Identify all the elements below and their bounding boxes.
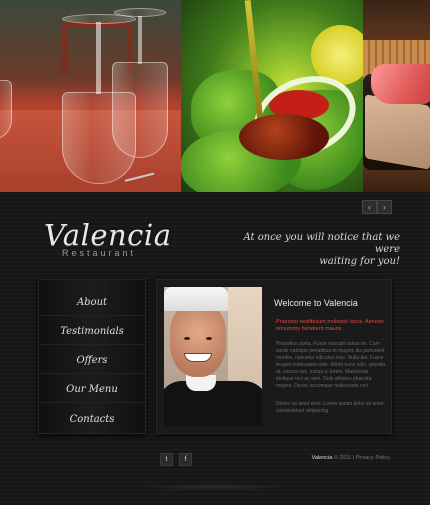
welcome-lead: Praesent vestibulum molestie lacus. Aene…: [276, 319, 384, 332]
sushi-photo: [363, 0, 430, 192]
glass-stem: [96, 22, 101, 94]
privacy-policy-link[interactable]: Privacy Policy: [356, 455, 390, 461]
smile: [184, 353, 212, 362]
wine-glasses-photo: [0, 0, 181, 192]
slider-nav: ‹ ›: [362, 200, 392, 214]
menu-item-our-menu[interactable]: Our Menu: [39, 377, 145, 403]
logo-name: Valencia: [44, 218, 172, 252]
board-shape: [365, 94, 430, 170]
facebook-icon[interactable]: f: [179, 453, 192, 466]
social-links: t f: [160, 453, 192, 466]
welcome-body-2: Donec sit amet eros. Lorem ipsum dolor s…: [276, 401, 385, 414]
footer-copyright: Valencia © 2011 | Privacy Policy: [312, 455, 390, 461]
main-menu: About Testimonials Offers Our Menu Conta…: [38, 279, 146, 434]
twitter-icon[interactable]: t: [160, 453, 173, 466]
hero-gallery: [0, 0, 430, 192]
menu-item-about[interactable]: About: [39, 290, 145, 316]
footer-brand: Valencia: [311, 455, 333, 461]
welcome-title: Welcome to Valencia: [274, 298, 358, 308]
chef-photo: [164, 287, 262, 426]
salad-oil-photo: [181, 0, 363, 192]
menu-item-offers[interactable]: Offers: [39, 348, 145, 374]
welcome-body: Phasellus porta. Fusce suscipit varius m…: [276, 341, 386, 389]
tuna-shape: [371, 64, 430, 104]
glass-bowl: [112, 62, 168, 158]
eye: [206, 337, 212, 340]
chef-collar: [186, 375, 216, 391]
menu-item-contacts[interactable]: Contacts: [39, 406, 145, 432]
footer-year: © 2011 |: [333, 455, 355, 461]
menu-list: About Testimonials Offers Our Menu Conta…: [39, 280, 145, 432]
oil-drop: [239, 114, 329, 160]
tagline-line-2: waiting for you!: [319, 256, 400, 267]
chef-hat: [164, 287, 228, 311]
bottom-shadow: [140, 484, 290, 490]
chef-face: [170, 303, 226, 377]
eye: [184, 337, 190, 340]
glass-stem: [138, 16, 142, 64]
menu-item-testimonials[interactable]: Testimonials: [39, 319, 145, 345]
chevron-right-icon[interactable]: ›: [377, 200, 392, 214]
logo[interactable]: Valencia Restaurant: [44, 218, 172, 258]
tagline-line-1: At once you will notice that we were: [243, 232, 401, 255]
tagline: At once you will notice that we were wai…: [240, 232, 401, 268]
chevron-left-icon[interactable]: ‹: [362, 200, 377, 214]
